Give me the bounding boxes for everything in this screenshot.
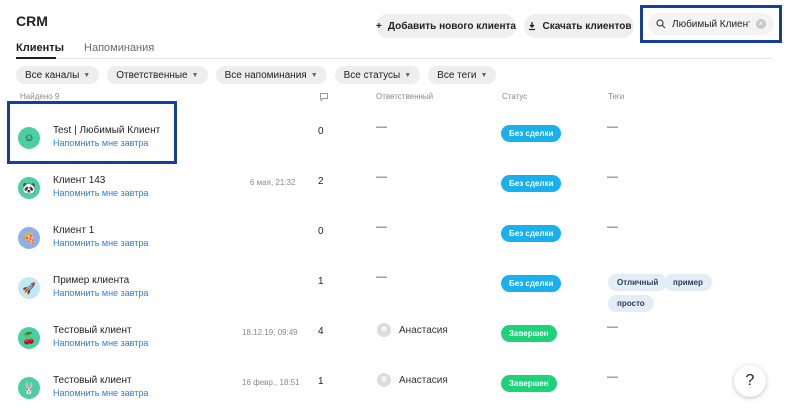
filter-channels-label: Все каналы xyxy=(25,69,80,81)
cherry-icon: 🍒 xyxy=(18,327,40,349)
message-count: 2 xyxy=(318,176,324,187)
avatar xyxy=(377,373,391,387)
filter-statuses[interactable]: Все статусы ▼ xyxy=(334,66,421,84)
chevron-down-icon: ▼ xyxy=(404,71,412,79)
filter-responsible-label: Ответственные xyxy=(116,69,188,81)
client-name[interactable]: Тестовый клиент xyxy=(53,325,132,336)
tab-bar: Клиенты Напоминания xyxy=(16,42,154,58)
client-name[interactable]: Клиент 143 xyxy=(53,175,105,186)
status-badge[interactable]: Без сделки xyxy=(501,175,562,192)
client-name[interactable]: Тестовый клиент xyxy=(53,375,132,386)
reminder-link[interactable]: Напомнить мне завтра xyxy=(53,238,148,248)
column-status: Статус xyxy=(502,92,528,101)
responsible-value: — xyxy=(376,271,387,283)
filter-responsible[interactable]: Ответственные ▼ xyxy=(107,66,208,84)
tab-reminders[interactable]: Напоминания xyxy=(84,42,154,58)
status-badge[interactable]: Завершен xyxy=(501,325,557,342)
row-highlight xyxy=(7,101,177,164)
chevron-down-icon: ▼ xyxy=(191,71,199,79)
filter-bar: Все каналы ▼ Ответственные ▼ Все напоминан… xyxy=(16,66,497,84)
table-row[interactable]: 🚀 Пример клиента Напомнить мне завтра 1 … xyxy=(0,257,787,312)
panda-icon: 🐼 xyxy=(18,177,40,199)
search-icon xyxy=(656,19,666,29)
chevron-down-icon: ▼ xyxy=(83,71,91,79)
filter-tags[interactable]: Все теги ▼ xyxy=(428,66,497,84)
table-row[interactable]: 🍕 Клиент 1 Напомнить мне завтра 0 — Без … xyxy=(0,207,787,257)
tag-chip[interactable]: пример xyxy=(664,274,712,291)
responsible-value: Анастасия xyxy=(377,323,448,337)
filter-reminders-label: Все напоминания xyxy=(224,69,307,81)
responsible-value: — xyxy=(376,171,387,183)
tag-chip[interactable]: Отличный xyxy=(608,274,668,291)
tags-empty: — xyxy=(607,321,618,333)
reminder-link[interactable]: Напомнить мне завтра xyxy=(53,288,148,298)
column-tags: Теги xyxy=(608,92,625,101)
table-row[interactable]: 🐼 Клиент 143 Напомнить мне завтра 6 мая,… xyxy=(0,157,787,207)
client-name[interactable]: Пример клиента xyxy=(53,275,129,286)
bunny-icon: 🐰 xyxy=(18,377,40,399)
chevron-down-icon: ▼ xyxy=(310,71,318,79)
message-count: 4 xyxy=(318,326,324,337)
tabs-divider xyxy=(16,58,773,59)
tags-empty: — xyxy=(607,371,618,383)
status-badge[interactable]: Без сделки xyxy=(501,275,562,292)
filter-tags-label: Все теги xyxy=(437,69,477,81)
table-row[interactable]: 🐰 Тестовый клиент Напомнить мне завтра 1… xyxy=(0,357,787,407)
pizza-icon: 🍕 xyxy=(18,227,40,249)
tags-empty: — xyxy=(607,221,618,233)
message-count: 0 xyxy=(318,226,324,237)
status-badge[interactable]: Завершен xyxy=(501,375,557,392)
clear-search-icon[interactable]: × xyxy=(756,19,766,29)
message-icon xyxy=(320,93,328,102)
plus-icon: + xyxy=(376,20,382,32)
reminder-link[interactable]: Напомнить мне завтра xyxy=(53,188,148,198)
search-highlight: Любимый Клиент × xyxy=(640,5,782,43)
search-input[interactable]: Любимый Клиент × xyxy=(648,13,774,35)
active-tab-indicator xyxy=(16,57,56,59)
responsible-value: — xyxy=(376,121,387,133)
filter-channels[interactable]: Все каналы ▼ xyxy=(16,66,100,84)
message-count: 1 xyxy=(318,276,324,287)
reminder-link[interactable]: Напомнить мне завтра xyxy=(53,388,148,398)
responsible-name: Анастасия xyxy=(399,374,448,386)
responsible-value: Анастасия xyxy=(377,373,448,387)
status-badge[interactable]: Без сделки xyxy=(501,225,562,242)
message-count: 1 xyxy=(318,376,324,387)
download-clients-button[interactable]: Скачать клиентов xyxy=(524,14,634,38)
tab-clients[interactable]: Клиенты xyxy=(16,42,64,58)
column-responsible: Ответственный xyxy=(376,92,434,101)
download-icon xyxy=(528,22,535,31)
tags-empty: — xyxy=(607,121,618,133)
reminder-link[interactable]: Напомнить мне завтра xyxy=(53,338,148,348)
chevron-down-icon: ▼ xyxy=(480,71,488,79)
last-activity-date: 16 февр., 18:51 xyxy=(242,378,300,387)
rocket-icon: 🚀 xyxy=(18,277,40,299)
add-client-button[interactable]: + Добавить нового клиента xyxy=(376,14,516,38)
message-count: 0 xyxy=(318,126,324,137)
filter-statuses-label: Все статусы xyxy=(343,69,401,81)
client-name[interactable]: Клиент 1 xyxy=(53,225,94,236)
table-row[interactable]: 🍒 Тестовый клиент Напомнить мне завтра 1… xyxy=(0,307,787,357)
tags-empty: — xyxy=(607,171,618,183)
responsible-name: Анастасия xyxy=(399,324,448,336)
last-activity-date: 18.12.19, 09:49 xyxy=(242,328,298,337)
filter-reminders[interactable]: Все напоминания ▼ xyxy=(215,66,327,84)
found-count: Найдено 9 xyxy=(20,92,60,101)
status-badge[interactable]: Без сделки xyxy=(501,125,562,142)
responsible-value: — xyxy=(376,221,387,233)
avatar xyxy=(377,323,391,337)
last-activity-date: 6 мая, 21:32 xyxy=(250,178,296,187)
search-value: Любимый Клиент xyxy=(672,18,750,30)
help-button[interactable]: ? xyxy=(734,365,766,397)
download-clients-label: Скачать клиентов xyxy=(542,20,632,32)
app-title: CRM xyxy=(16,13,48,29)
add-client-label: Добавить нового клиента xyxy=(387,20,516,32)
